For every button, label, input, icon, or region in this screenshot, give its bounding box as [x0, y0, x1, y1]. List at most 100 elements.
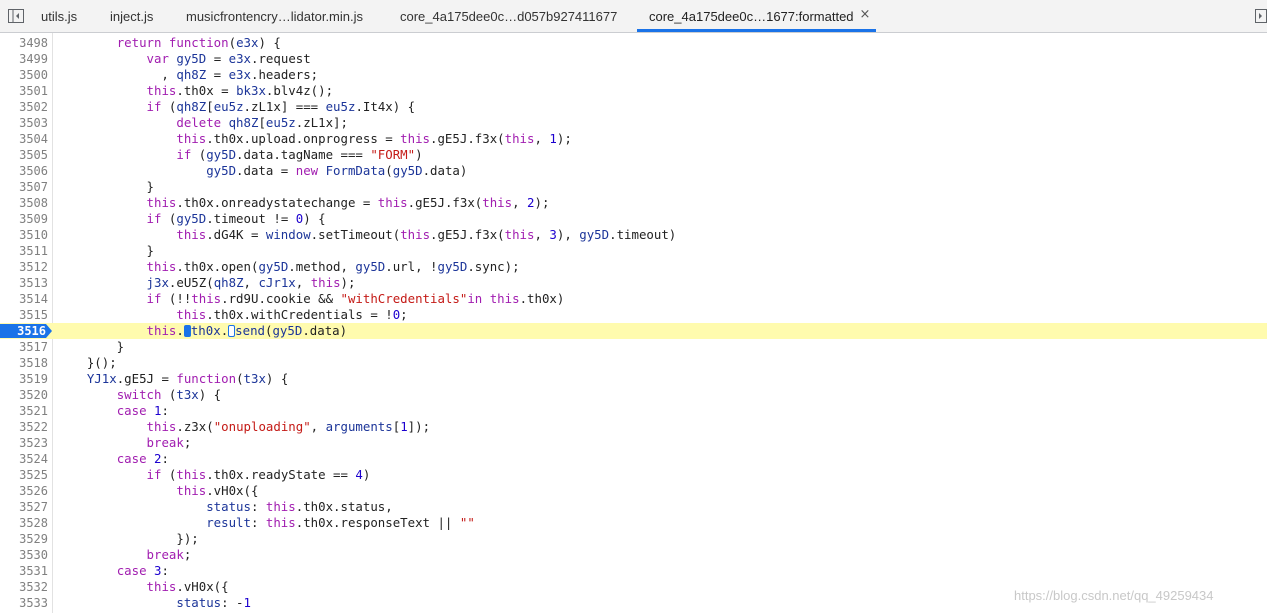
- code-line[interactable]: 3518 }();: [0, 355, 1267, 371]
- line-number[interactable]: 3509: [0, 211, 48, 227]
- inline-breakpoint-marker[interactable]: [183, 325, 191, 337]
- toggle-navigator-icon[interactable]: [8, 9, 24, 23]
- line-number[interactable]: 3533: [0, 595, 48, 611]
- code-text: });: [57, 531, 199, 546]
- code-line[interactable]: 3522 this.z3x("onuploading", arguments[1…: [0, 419, 1267, 435]
- line-number[interactable]: 3503: [0, 115, 48, 131]
- line-number[interactable]: 3500: [0, 67, 48, 83]
- code-line[interactable]: 3503 delete qh8Z[eu5z.zL1x];: [0, 115, 1267, 131]
- line-number[interactable]: 3514: [0, 291, 48, 307]
- code-text: case 3:: [116, 563, 169, 578]
- code-editor[interactable]: 3498 return function(e3x) {3499 var gy5D…: [0, 33, 1267, 613]
- code-text: break;: [146, 547, 192, 562]
- line-number[interactable]: 3524: [0, 451, 48, 467]
- line-number[interactable]: 3518: [0, 355, 48, 371]
- code-line[interactable]: 3523 break;: [0, 435, 1267, 451]
- code-line[interactable]: 3529 });: [0, 531, 1267, 547]
- line-number[interactable]: 3525: [0, 467, 48, 483]
- line-number[interactable]: 3513: [0, 275, 48, 291]
- paused-code-line[interactable]: 3516 this. th0x. send(gy5D.data): [0, 323, 1267, 339]
- code-line[interactable]: 3511 }: [0, 243, 1267, 259]
- code-line[interactable]: 3517 }: [0, 339, 1267, 355]
- code-line[interactable]: 3500 , qh8Z = e3x.headers;: [0, 67, 1267, 83]
- line-number[interactable]: 3501: [0, 83, 48, 99]
- code-line[interactable]: 3505 if (gy5D.data.tagName === "FORM"): [0, 147, 1267, 163]
- watermark: https://blog.csdn.net/qq_49259434: [1014, 588, 1214, 603]
- code-line[interactable]: 3525 if (this.th0x.readyState == 4): [0, 467, 1267, 483]
- code-line[interactable]: 3506 gy5D.data = new FormData(gy5D.data): [0, 163, 1267, 179]
- code-line[interactable]: 3524 case 2:: [0, 451, 1267, 467]
- code-line[interactable]: 3512 this.th0x.open(gy5D.method, gy5D.ur…: [0, 259, 1267, 275]
- line-number[interactable]: 3505: [0, 147, 48, 163]
- code-line[interactable]: 3527 status: this.th0x.status,: [0, 499, 1267, 515]
- code-line[interactable]: 3498 return function(e3x) {: [0, 35, 1267, 51]
- line-number[interactable]: 3498: [0, 35, 48, 51]
- code-text: this.th0x.withCredentials = !0;: [176, 307, 408, 322]
- line-number[interactable]: 3520: [0, 387, 48, 403]
- code-line[interactable]: 3502 if (qh8Z[eu5z.zL1x] === eu5z.It4x) …: [0, 99, 1267, 115]
- tab-inject-js[interactable]: inject.js: [110, 0, 153, 32]
- code-line[interactable]: 3515 this.th0x.withCredentials = !0;: [0, 307, 1267, 323]
- line-number[interactable]: 3530: [0, 547, 48, 563]
- line-number[interactable]: 3523: [0, 435, 48, 451]
- code-text: if (!!this.rd9U.cookie && "withCredentia…: [146, 291, 565, 306]
- line-number[interactable]: 3521: [0, 403, 48, 419]
- code-text: break;: [146, 435, 192, 450]
- code-line[interactable]: 3531 case 3:: [0, 563, 1267, 579]
- close-tab-icon[interactable]: ×: [858, 8, 872, 22]
- tab-core-source[interactable]: core_4a175dee0c…d057b927411677: [400, 0, 617, 32]
- line-number[interactable]: 3527: [0, 499, 48, 515]
- line-number[interactable]: 3519: [0, 371, 48, 387]
- line-number[interactable]: 3508: [0, 195, 48, 211]
- line-number[interactable]: 3528: [0, 515, 48, 531]
- tab-core-formatted[interactable]: core_4a175dee0c…1677:formatted: [649, 0, 854, 32]
- code-line[interactable]: 3521 case 1:: [0, 403, 1267, 419]
- code-text: if (this.th0x.readyState == 4): [146, 467, 371, 482]
- line-number[interactable]: 3532: [0, 579, 48, 595]
- line-number[interactable]: 3512: [0, 259, 48, 275]
- active-tab-indicator: [637, 29, 876, 32]
- line-number[interactable]: 3531: [0, 563, 48, 579]
- line-number[interactable]: 3526: [0, 483, 48, 499]
- code-line[interactable]: 3499 var gy5D = e3x.request: [0, 51, 1267, 67]
- code-text: this.vH0x({: [176, 483, 259, 498]
- tab-utils-js[interactable]: utils.js: [41, 0, 77, 32]
- code-line[interactable]: 3508 this.th0x.onreadystatechange = this…: [0, 195, 1267, 211]
- line-number[interactable]: 3529: [0, 531, 48, 547]
- code-line[interactable]: 3520 switch (t3x) {: [0, 387, 1267, 403]
- breakpoint-line-number[interactable]: 3516: [0, 324, 52, 338]
- code-text: YJ1x.gE5J = function(t3x) {: [86, 371, 289, 386]
- code-text: this.th0x.open(gy5D.method, gy5D.url, !g…: [146, 259, 520, 274]
- line-number[interactable]: 3510: [0, 227, 48, 243]
- line-number[interactable]: 3504: [0, 131, 48, 147]
- line-number[interactable]: 3499: [0, 51, 48, 67]
- code-line[interactable]: 3509 if (gy5D.timeout != 0) {: [0, 211, 1267, 227]
- code-text: this.th0x = bk3x.blv4z();: [146, 83, 334, 98]
- code-text: case 1:: [116, 403, 169, 418]
- code-text: this.z3x("onuploading", arguments[1]);: [146, 419, 431, 434]
- line-number[interactable]: 3515: [0, 307, 48, 323]
- code-text: case 2:: [116, 451, 169, 466]
- code-line[interactable]: 3513 j3x.eU5Z(qh8Z, cJr1x, this);: [0, 275, 1267, 291]
- line-number[interactable]: 3517: [0, 339, 48, 355]
- code-line[interactable]: 3501 this.th0x = bk3x.blv4z();: [0, 83, 1267, 99]
- tab-musicfrontencry-validator[interactable]: musicfrontencry…lidator.min.js: [186, 0, 363, 32]
- line-number[interactable]: 3506: [0, 163, 48, 179]
- toggle-debugger-icon[interactable]: [1255, 9, 1267, 23]
- code-line[interactable]: 3504 this.th0x.upload.onprogress = this.…: [0, 131, 1267, 147]
- code-text: return function(e3x) {: [116, 35, 281, 50]
- code-line[interactable]: 3528 result: this.th0x.responseText || "…: [0, 515, 1267, 531]
- code-line[interactable]: 3530 break;: [0, 547, 1267, 563]
- code-line[interactable]: 3514 if (!!this.rd9U.cookie && "withCred…: [0, 291, 1267, 307]
- line-number[interactable]: 3502: [0, 99, 48, 115]
- code-text: this.vH0x({: [146, 579, 229, 594]
- code-line[interactable]: 3519 YJ1x.gE5J = function(t3x) {: [0, 371, 1267, 387]
- code-line[interactable]: 3510 this.dG4K = window.setTimeout(this.…: [0, 227, 1267, 243]
- line-number[interactable]: 3507: [0, 179, 48, 195]
- code-line[interactable]: 3526 this.vH0x({: [0, 483, 1267, 499]
- code-text: if (gy5D.data.tagName === "FORM"): [176, 147, 423, 162]
- code-text: result: this.th0x.responseText || "": [206, 515, 475, 530]
- line-number[interactable]: 3511: [0, 243, 48, 259]
- line-number[interactable]: 3522: [0, 419, 48, 435]
- code-line[interactable]: 3507 }: [0, 179, 1267, 195]
